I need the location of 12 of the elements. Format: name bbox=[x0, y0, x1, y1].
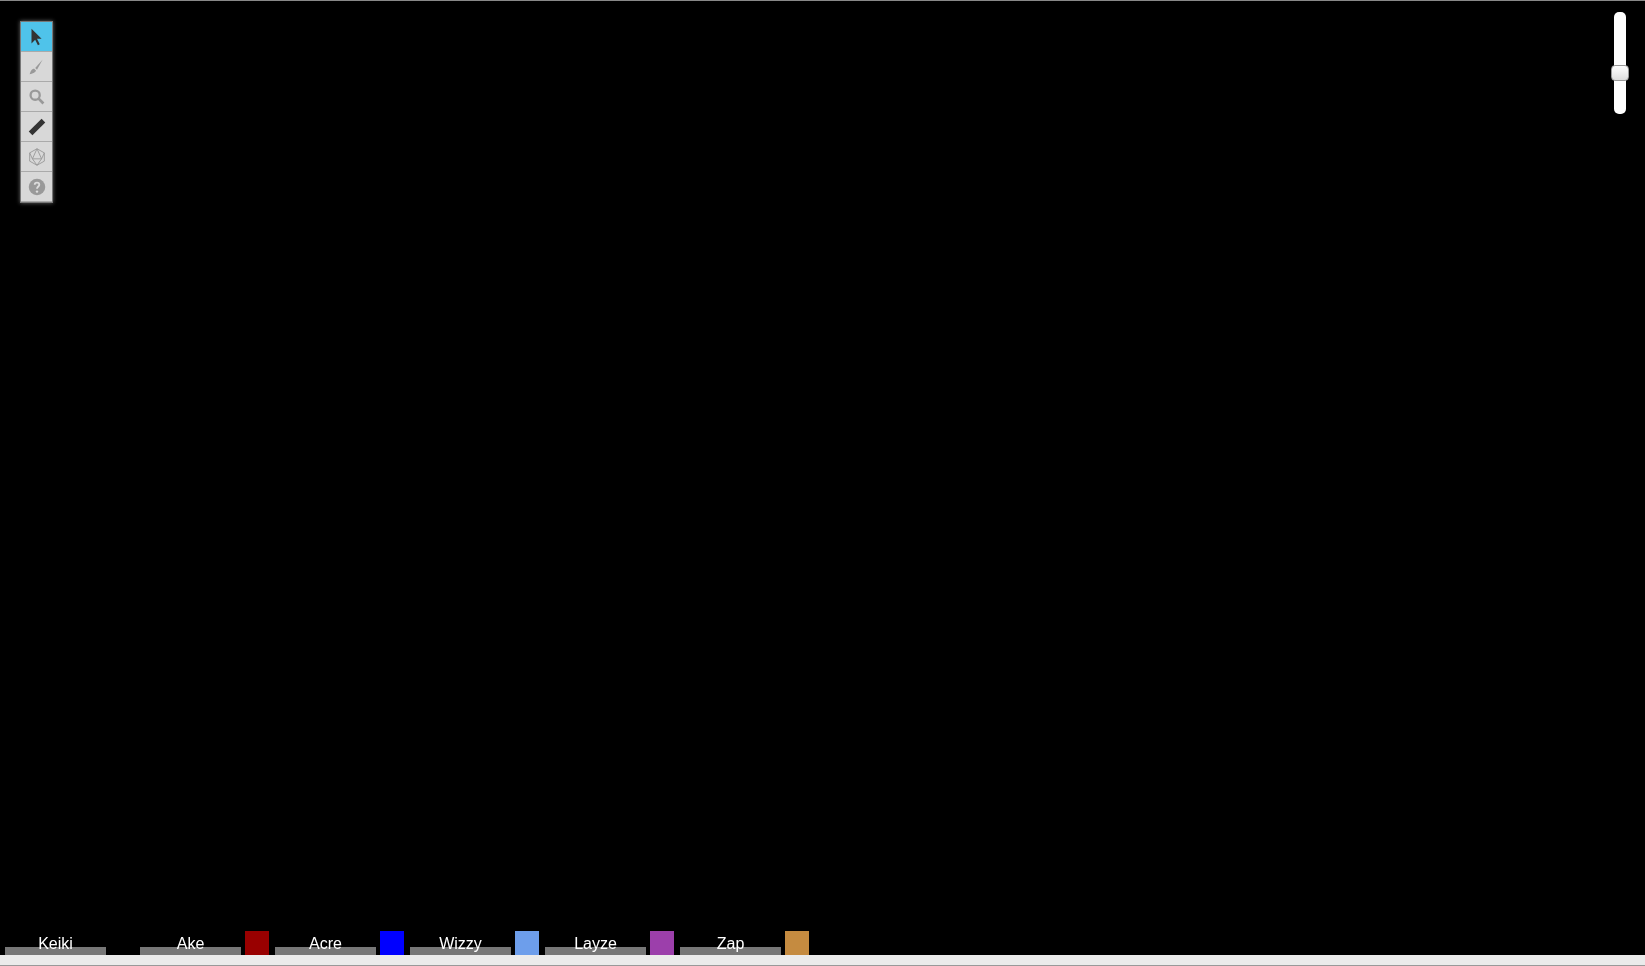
slider-thumb[interactable] bbox=[1611, 65, 1629, 82]
player-name[interactable]: Keiki bbox=[5, 935, 106, 953]
player-name[interactable]: Acre bbox=[275, 935, 376, 953]
pointer-tool[interactable] bbox=[21, 22, 52, 52]
map-canvas[interactable]: Keiki Ake Acre Wizzy Layze Zap bbox=[0, 0, 1645, 955]
player-name[interactable]: Zap bbox=[680, 935, 781, 953]
player-name[interactable]: Layze bbox=[545, 935, 646, 953]
ruler-tool[interactable] bbox=[21, 112, 52, 142]
help-tool[interactable] bbox=[21, 172, 52, 202]
zoom-slider[interactable] bbox=[1614, 12, 1626, 114]
player-name[interactable]: Wizzy bbox=[410, 935, 511, 953]
player-name[interactable]: Ake bbox=[140, 935, 241, 953]
